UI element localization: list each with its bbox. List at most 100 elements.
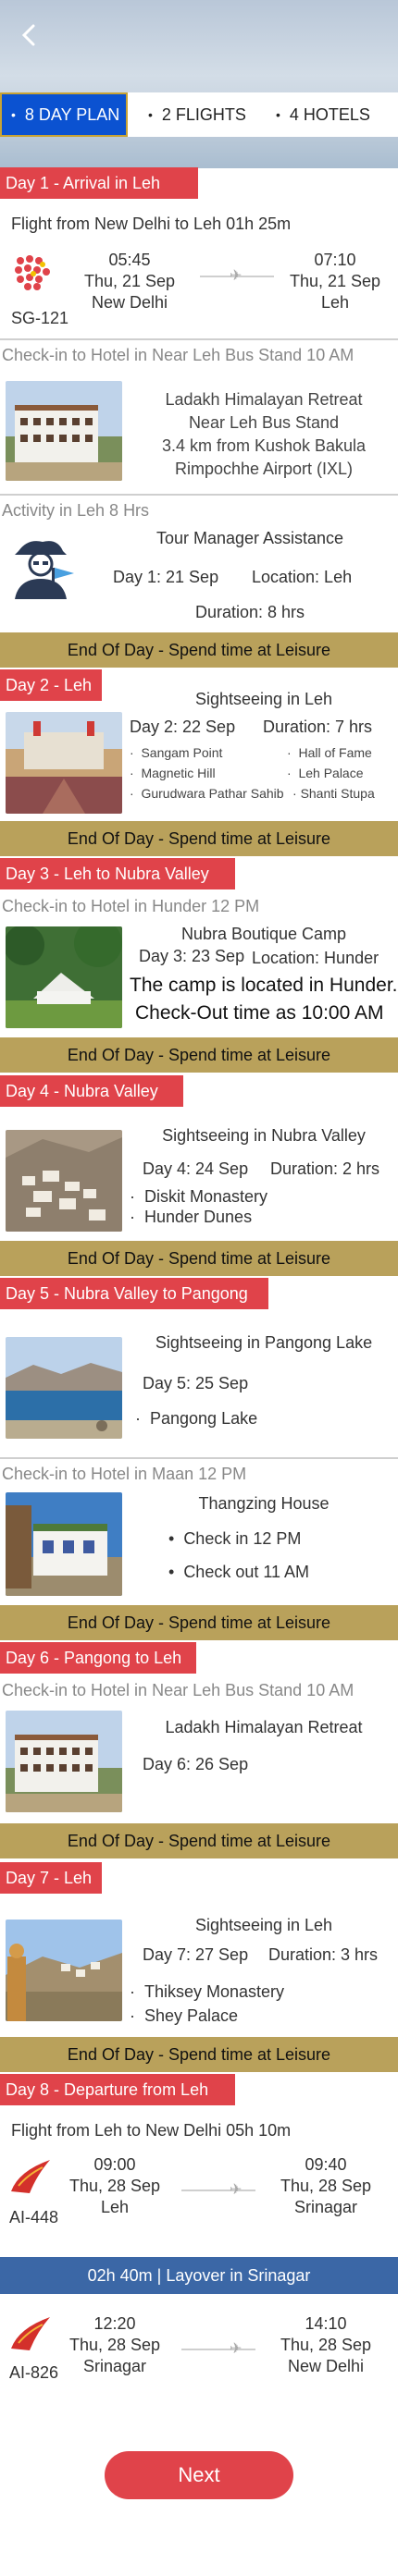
hotel-item: • Check out 11 AM [168,1563,310,1581]
dep-city: Srinagar [82,2357,147,2375]
air-india-logo-icon [11,2160,50,2193]
activity-day: Day 1: 21 Sep [113,568,219,586]
air-india-logo-icon [11,2317,50,2350]
checkin-label: Check-in to Hotel in Near Leh Bus Stand … [2,346,354,364]
sightseeing-day: Day 7: 27 Sep [143,1945,249,1964]
tab-hotels[interactable]: • 4 HOTELS [267,92,370,137]
arr-city: Leh [320,293,350,312]
airplane-icon: ✈ [230,2341,243,2357]
day-1-header: Day 1 - Arrival in Leh [0,167,198,199]
hotel-day: Day 3: 23 Sep [139,947,245,965]
diskit-monastery-photo [6,1130,122,1232]
flight-title: Flight from Leh to New Delhi 05h 10m [11,2121,292,2140]
divider [0,494,398,496]
dep-city: New Delhi [91,293,168,312]
arr-time: 09:40 [305,2155,347,2174]
activity-duration: Duration: 8 hrs [194,603,305,621]
sightseeing-duration: Duration: 7 hrs [263,718,373,736]
arr-city: Srinagar [293,2198,358,2216]
hotel-details: Ladakh Himalayan Retreat Near Leh Bus St… [130,388,398,481]
checkin-label: Check-in to Hotel in Hunder 12 PM [2,897,260,915]
sightseeing-day: Day 2: 22 Sep [130,718,236,736]
arr-date: Thu, 28 Sep [280,2177,372,2195]
end-of-day-banner: End Of Day - Spend time at Leisure [0,1037,398,1073]
bullet-icon: • [148,107,153,122]
place-item: · Shanti Stupa [292,786,375,801]
activity-label: Activity in Leh 8 Hrs [2,501,150,520]
plan-tabs: • 8 DAY PLAN • 2 FLIGHTS • 4 HOTELS [0,92,398,137]
departure-block: 05:45 Thu, 21 Sep New Delhi [74,250,185,313]
tab-flights[interactable]: • 2 FLIGHTS [128,92,267,137]
sightseeing-name: Sightseeing in Leh [194,690,333,708]
hotel-note: The camp is located in Hunder. [130,975,398,996]
arr-time: 14:10 [305,2314,347,2333]
sightseeing-day: Day 4: 24 Sep [143,1159,249,1178]
day-8-header: Day 8 - Departure from Leh [0,2074,235,2105]
sightseeing-name: Sightseeing in Pangong Lake [155,1333,373,1352]
hotel-photo [6,1711,122,1812]
spicejet-logo-icon [15,255,50,290]
hotel-airport: Rimpochhe Airport (IXL) [174,460,354,478]
place-item: · Magnetic Hill [130,766,216,780]
end-of-day-banner: End Of Day - Spend time at Leisure [0,632,398,668]
place-item: · Diskit Monastery [130,1187,268,1206]
day-3-header: Day 3 - Leh to Nubra Valley [0,858,235,889]
place-item: · Leh Palace [287,766,364,780]
dep-time: 12:20 [93,2314,136,2333]
activity-location: Location: Leh [252,568,353,586]
place-item: · Hall of Fame [287,745,372,760]
hero-banner [0,0,398,168]
day-2-header: Day 2 - Leh [0,669,102,701]
hotel-day: Day 6: 26 Sep [143,1755,249,1773]
sightseeing-duration: Duration: 2 hrs [270,1159,380,1178]
place-item: · Pangong Lake [135,1409,258,1428]
airplane-icon: ✈ [230,2182,243,2198]
end-of-day-banner: End Of Day - Spend time at Leisure [0,821,398,856]
sightseeing-duration: Duration: 3 hrs [268,1945,379,1964]
hotel-location: Location: Hunder [252,949,379,967]
airplane-icon: ✈ [230,268,243,284]
flight-path-line [181,2190,255,2191]
dep-date: Thu, 21 Sep [83,272,176,290]
dep-time: 05:45 [108,251,151,269]
hotel-name: Thangzing House [198,1494,330,1513]
hotel-name: Nubra Boutique Camp [180,925,347,943]
dep-date: Thu, 28 Sep [68,2336,161,2354]
pangong-lake-photo [6,1337,122,1439]
dep-date: Thu, 28 Sep [68,2177,161,2195]
bullet-icon: • [11,107,16,122]
place-item: · Gurudwara Pathar Sahib [130,786,284,801]
divider [0,338,398,340]
bullet-icon: • [276,107,280,122]
hotel-name: Ladakh Himalayan Retreat [165,1718,363,1736]
arr-date: Thu, 28 Sep [280,2336,372,2354]
sightseeing-name: Sightseeing in Leh [194,1916,333,1934]
checkin-label: Check-in to Hotel in Maan 12 PM [2,1465,247,1483]
next-button[interactable]: Next [105,2451,293,2499]
divider [0,1457,398,1459]
hotel-name: Ladakh Himalayan Retreat [165,390,363,409]
hotel-checkout-note: Check-Out time as 10:00 AM [135,1002,384,1024]
itinerary-page: • 8 DAY PLAN • 2 FLIGHTS • 4 HOTELS Day 1 -… [0,0,398,2576]
thiksey-monastery-photo [6,1920,122,2021]
flight-title: Flight from New Delhi to Leh 01h 25m [11,215,292,233]
tab-day-plan[interactable]: • 8 DAY PLAN [0,92,128,137]
departure-block: 12:20 Thu, 28 Sep Srinagar [59,2313,170,2377]
leh-sightseeing-photo [6,712,122,814]
flight-path-line [181,2349,255,2350]
thangzing-house-photo [6,1492,122,1596]
end-of-day-banner: End Of Day - Spend time at Leisure [0,1241,398,1276]
day-6-header: Day 6 - Pangong to Leh [0,1642,196,1674]
tour-manager-icon [15,541,74,599]
day-5-header: Day 5 - Nubra Valley to Pangong [0,1278,268,1309]
back-arrow-icon[interactable] [17,22,43,48]
end-of-day-banner: End Of Day - Spend time at Leisure [0,1823,398,1858]
hotel-photo [6,381,122,481]
flight-code: AI-448 [9,2208,59,2226]
camp-photo [6,926,122,1028]
place-item: · Thiksey Monastery [130,1982,285,2001]
end-of-day-banner: End Of Day - Spend time at Leisure [0,1605,398,1640]
checkin-label: Check-in to Hotel in Near Leh Bus Stand … [2,1681,354,1699]
flight-code: SG-121 [11,309,69,327]
hotel-area: Near Leh Bus Stand [188,413,340,432]
